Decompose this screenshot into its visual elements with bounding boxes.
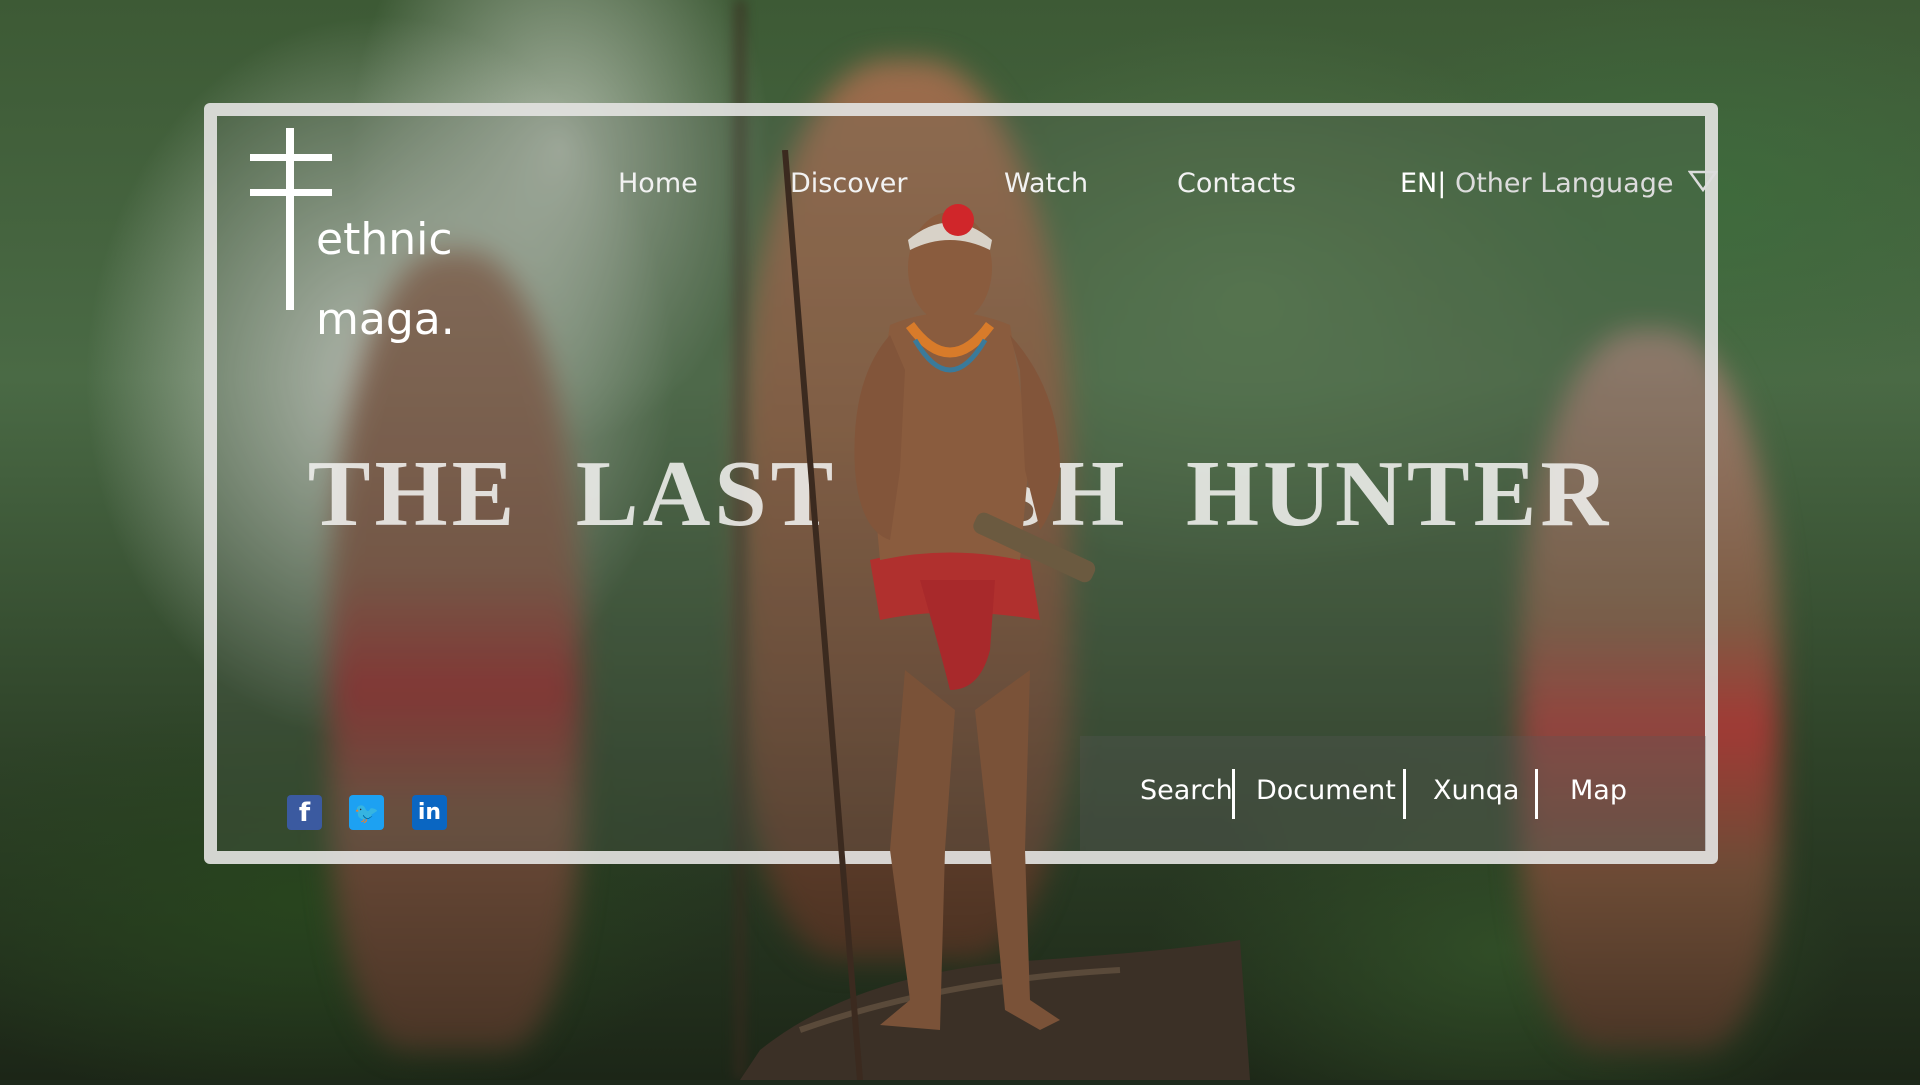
link-xunqa[interactable]: Xunqa (1433, 775, 1519, 806)
brand-line-1: ethnic (316, 214, 453, 265)
link-document[interactable]: Document (1256, 775, 1396, 806)
link-divider (1232, 769, 1235, 819)
language-selector[interactable]: EN| Other Language (1400, 168, 1719, 200)
hunter-photo (740, 149, 1250, 1081)
brand-name: ethnic maga. (316, 200, 455, 360)
chevron-down-icon[interactable] (1687, 169, 1719, 200)
link-divider (1403, 769, 1406, 819)
brand-logo[interactable]: ethnic maga. (250, 128, 470, 345)
nav-home[interactable]: Home (618, 168, 698, 199)
brand-line-2: maga. (316, 294, 455, 345)
link-divider (1535, 769, 1538, 819)
facebook-icon[interactable]: f (287, 795, 322, 830)
current-language: EN| (1400, 168, 1447, 199)
logo-cross-bar-top (250, 154, 332, 161)
social-links: f 🐦 in (0, 795, 600, 831)
twitter-icon[interactable]: 🐦 (349, 795, 384, 830)
linkedin-icon[interactable]: in (412, 795, 447, 830)
link-map[interactable]: Map (1570, 775, 1627, 806)
other-language-dropdown[interactable]: Other Language (1455, 168, 1674, 199)
link-search[interactable]: Search (1140, 775, 1233, 806)
hunter-illustration (740, 149, 1250, 1081)
